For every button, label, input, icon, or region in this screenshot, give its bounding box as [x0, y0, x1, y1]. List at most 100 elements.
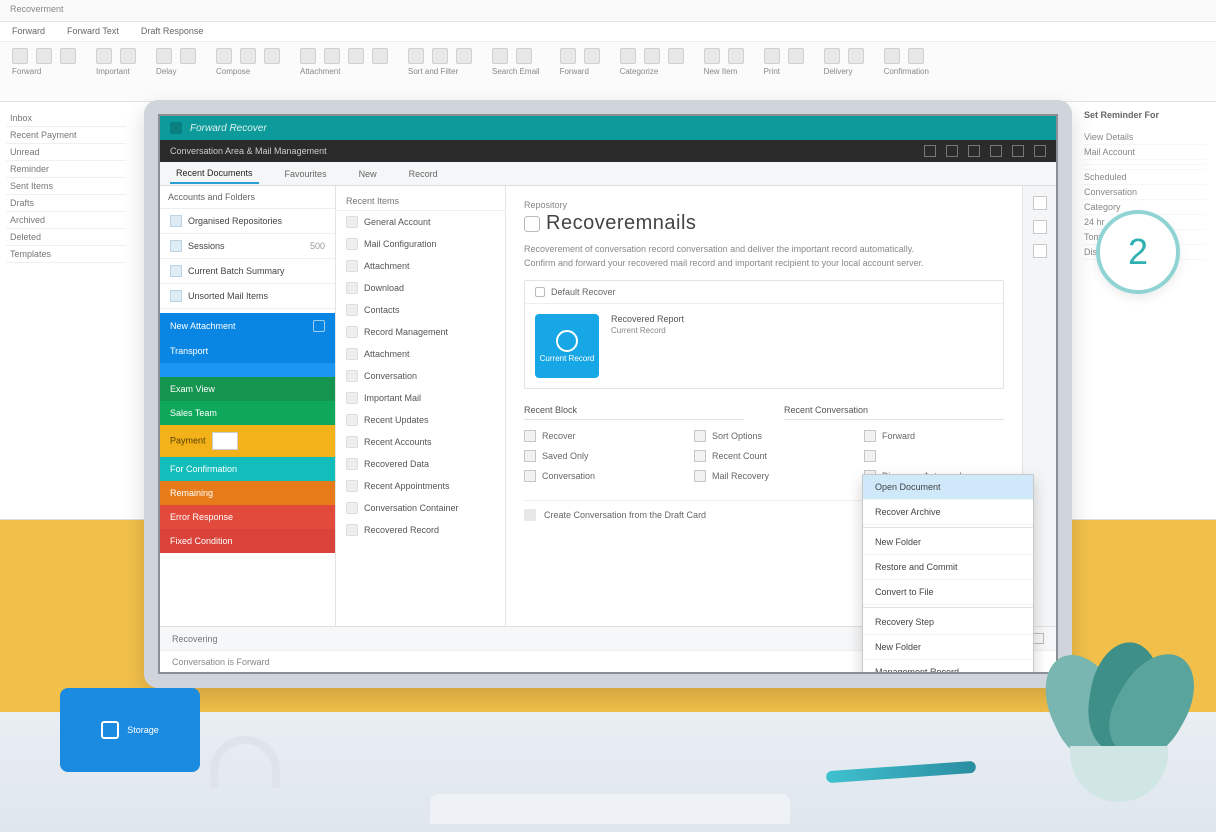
nav-folder[interactable]: Unsorted Mail Items	[160, 284, 335, 309]
ribbon-icon[interactable]	[704, 48, 720, 64]
category-item[interactable]: Payment	[160, 425, 335, 457]
list-item[interactable]: Recent Accounts	[336, 431, 505, 453]
host-nav-item[interactable]: Archived	[6, 212, 126, 229]
ribbon-icon[interactable]	[560, 48, 576, 64]
ribbon-icon[interactable]	[348, 48, 364, 64]
ribbon-icon[interactable]	[96, 48, 112, 64]
ribbon-icon[interactable]	[764, 48, 780, 64]
ribbon-icon[interactable]	[432, 48, 448, 64]
tool-strip-icon[interactable]	[1033, 196, 1047, 210]
ribbon-icon[interactable]	[216, 48, 232, 64]
list-item[interactable]: Recent Appointments	[336, 475, 505, 497]
ribbon-icon[interactable]	[408, 48, 424, 64]
app-tab[interactable]: Recent Documents	[170, 164, 259, 184]
grid-option[interactable]: Sort Options	[694, 426, 834, 446]
app-tab[interactable]: Favourites	[279, 165, 333, 183]
window-control-icon[interactable]	[1012, 145, 1024, 157]
category-item[interactable]	[160, 363, 335, 377]
context-menu-item[interactable]: Recovery Step	[863, 610, 1033, 635]
context-menu-item[interactable]: New Folder	[863, 635, 1033, 660]
host-right-item[interactable]: Mail Account	[1084, 145, 1204, 160]
tool-strip-icon[interactable]	[1033, 220, 1047, 234]
context-menu-item[interactable]: Open Document	[863, 475, 1033, 500]
category-item[interactable]: Exam View	[160, 377, 335, 401]
ribbon-icon[interactable]	[644, 48, 660, 64]
context-menu-item[interactable]: Management Record	[863, 660, 1033, 672]
list-item[interactable]: Recent Updates	[336, 409, 505, 431]
list-item[interactable]: Mail Configuration	[336, 233, 505, 255]
grid-option[interactable]: Recover	[524, 426, 664, 446]
recover-tile[interactable]: Current Record	[535, 314, 599, 378]
ribbon-icon[interactable]	[492, 48, 508, 64]
ribbon-icon[interactable]	[324, 48, 340, 64]
category-item[interactable]: Remaining	[160, 481, 335, 505]
status-icon[interactable]	[1033, 633, 1044, 644]
context-menu-item[interactable]: Recover Archive	[863, 500, 1033, 525]
category-item[interactable]: Transport	[160, 339, 335, 363]
ribbon-icon[interactable]	[908, 48, 924, 64]
list-item[interactable]: Recovered Data	[336, 453, 505, 475]
context-menu-item[interactable]: Convert to File	[863, 580, 1033, 605]
host-nav-item[interactable]: Recent Payment	[6, 127, 126, 144]
grid-option[interactable]: Saved Only	[524, 446, 664, 466]
host-tab[interactable]: Forward	[12, 26, 45, 37]
app-titlebar[interactable]: Forward Recover	[160, 116, 1056, 140]
host-nav-item[interactable]: Inbox	[6, 110, 126, 127]
host-right-item[interactable]: Conversation	[1084, 185, 1204, 200]
list-item[interactable]: Recovered Record	[336, 519, 505, 541]
ribbon-icon[interactable]	[372, 48, 388, 64]
ribbon-icon[interactable]	[884, 48, 900, 64]
grid-option[interactable]	[864, 446, 1004, 466]
list-item[interactable]: Record Management	[336, 321, 505, 343]
list-item[interactable]: Conversation	[336, 365, 505, 387]
ribbon-icon[interactable]	[156, 48, 172, 64]
nav-folder[interactable]: Organised Repositories	[160, 209, 335, 234]
list-item[interactable]: Download	[336, 277, 505, 299]
category-item[interactable]: For Confirmation	[160, 457, 335, 481]
nav-folder[interactable]: Sessions500	[160, 234, 335, 259]
context-menu-item[interactable]: New Folder	[863, 530, 1033, 555]
ribbon-icon[interactable]	[264, 48, 280, 64]
host-right-item[interactable]: Scheduled	[1084, 170, 1204, 185]
app-tab[interactable]: Record	[403, 165, 444, 183]
ribbon-icon[interactable]	[300, 48, 316, 64]
ribbon-icon[interactable]	[728, 48, 744, 64]
ribbon-icon[interactable]	[36, 48, 52, 64]
host-nav-item[interactable]: Deleted	[6, 229, 126, 246]
ribbon-icon[interactable]	[456, 48, 472, 64]
grid-option[interactable]: Conversation	[524, 466, 664, 486]
ribbon-icon[interactable]	[180, 48, 196, 64]
list-item[interactable]: Important Mail	[336, 387, 505, 409]
window-control-icon[interactable]	[1034, 145, 1046, 157]
list-item[interactable]: Conversation Container	[336, 497, 505, 519]
ribbon-icon[interactable]	[516, 48, 532, 64]
host-nav-item[interactable]: Reminder	[6, 161, 126, 178]
context-menu[interactable]: Open DocumentRecover ArchiveNew FolderRe…	[862, 474, 1034, 672]
ribbon-icon[interactable]	[240, 48, 256, 64]
host-nav-item[interactable]: Sent Items	[6, 178, 126, 195]
list-item[interactable]: Attachment	[336, 343, 505, 365]
host-nav-item[interactable]: Unread	[6, 144, 126, 161]
host-right-item[interactable]: View Details	[1084, 130, 1204, 145]
ribbon-icon[interactable]	[60, 48, 76, 64]
settings-icon[interactable]	[313, 320, 325, 332]
ribbon-icon[interactable]	[824, 48, 840, 64]
ribbon-icon[interactable]	[848, 48, 864, 64]
nav-cat-header[interactable]: New Attachment	[160, 313, 335, 339]
app-tab[interactable]: New	[353, 165, 383, 183]
context-menu-item[interactable]: Restore and Commit	[863, 555, 1033, 580]
category-item[interactable]: Fixed Condition	[160, 529, 335, 553]
window-control-icon[interactable]	[946, 145, 958, 157]
host-tab[interactable]: Draft Response	[141, 26, 204, 37]
grid-option[interactable]: Forward	[864, 426, 1004, 446]
host-nav-item[interactable]: Drafts	[6, 195, 126, 212]
category-item[interactable]: Sales Team	[160, 401, 335, 425]
ribbon-icon[interactable]	[584, 48, 600, 64]
window-control-icon[interactable]	[924, 145, 936, 157]
ribbon-icon[interactable]	[668, 48, 684, 64]
window-control-icon[interactable]	[990, 145, 1002, 157]
host-nav-item[interactable]: Templates	[6, 246, 126, 263]
list-item[interactable]: Attachment	[336, 255, 505, 277]
grid-option[interactable]: Recent Count	[694, 446, 834, 466]
ribbon-icon[interactable]	[620, 48, 636, 64]
